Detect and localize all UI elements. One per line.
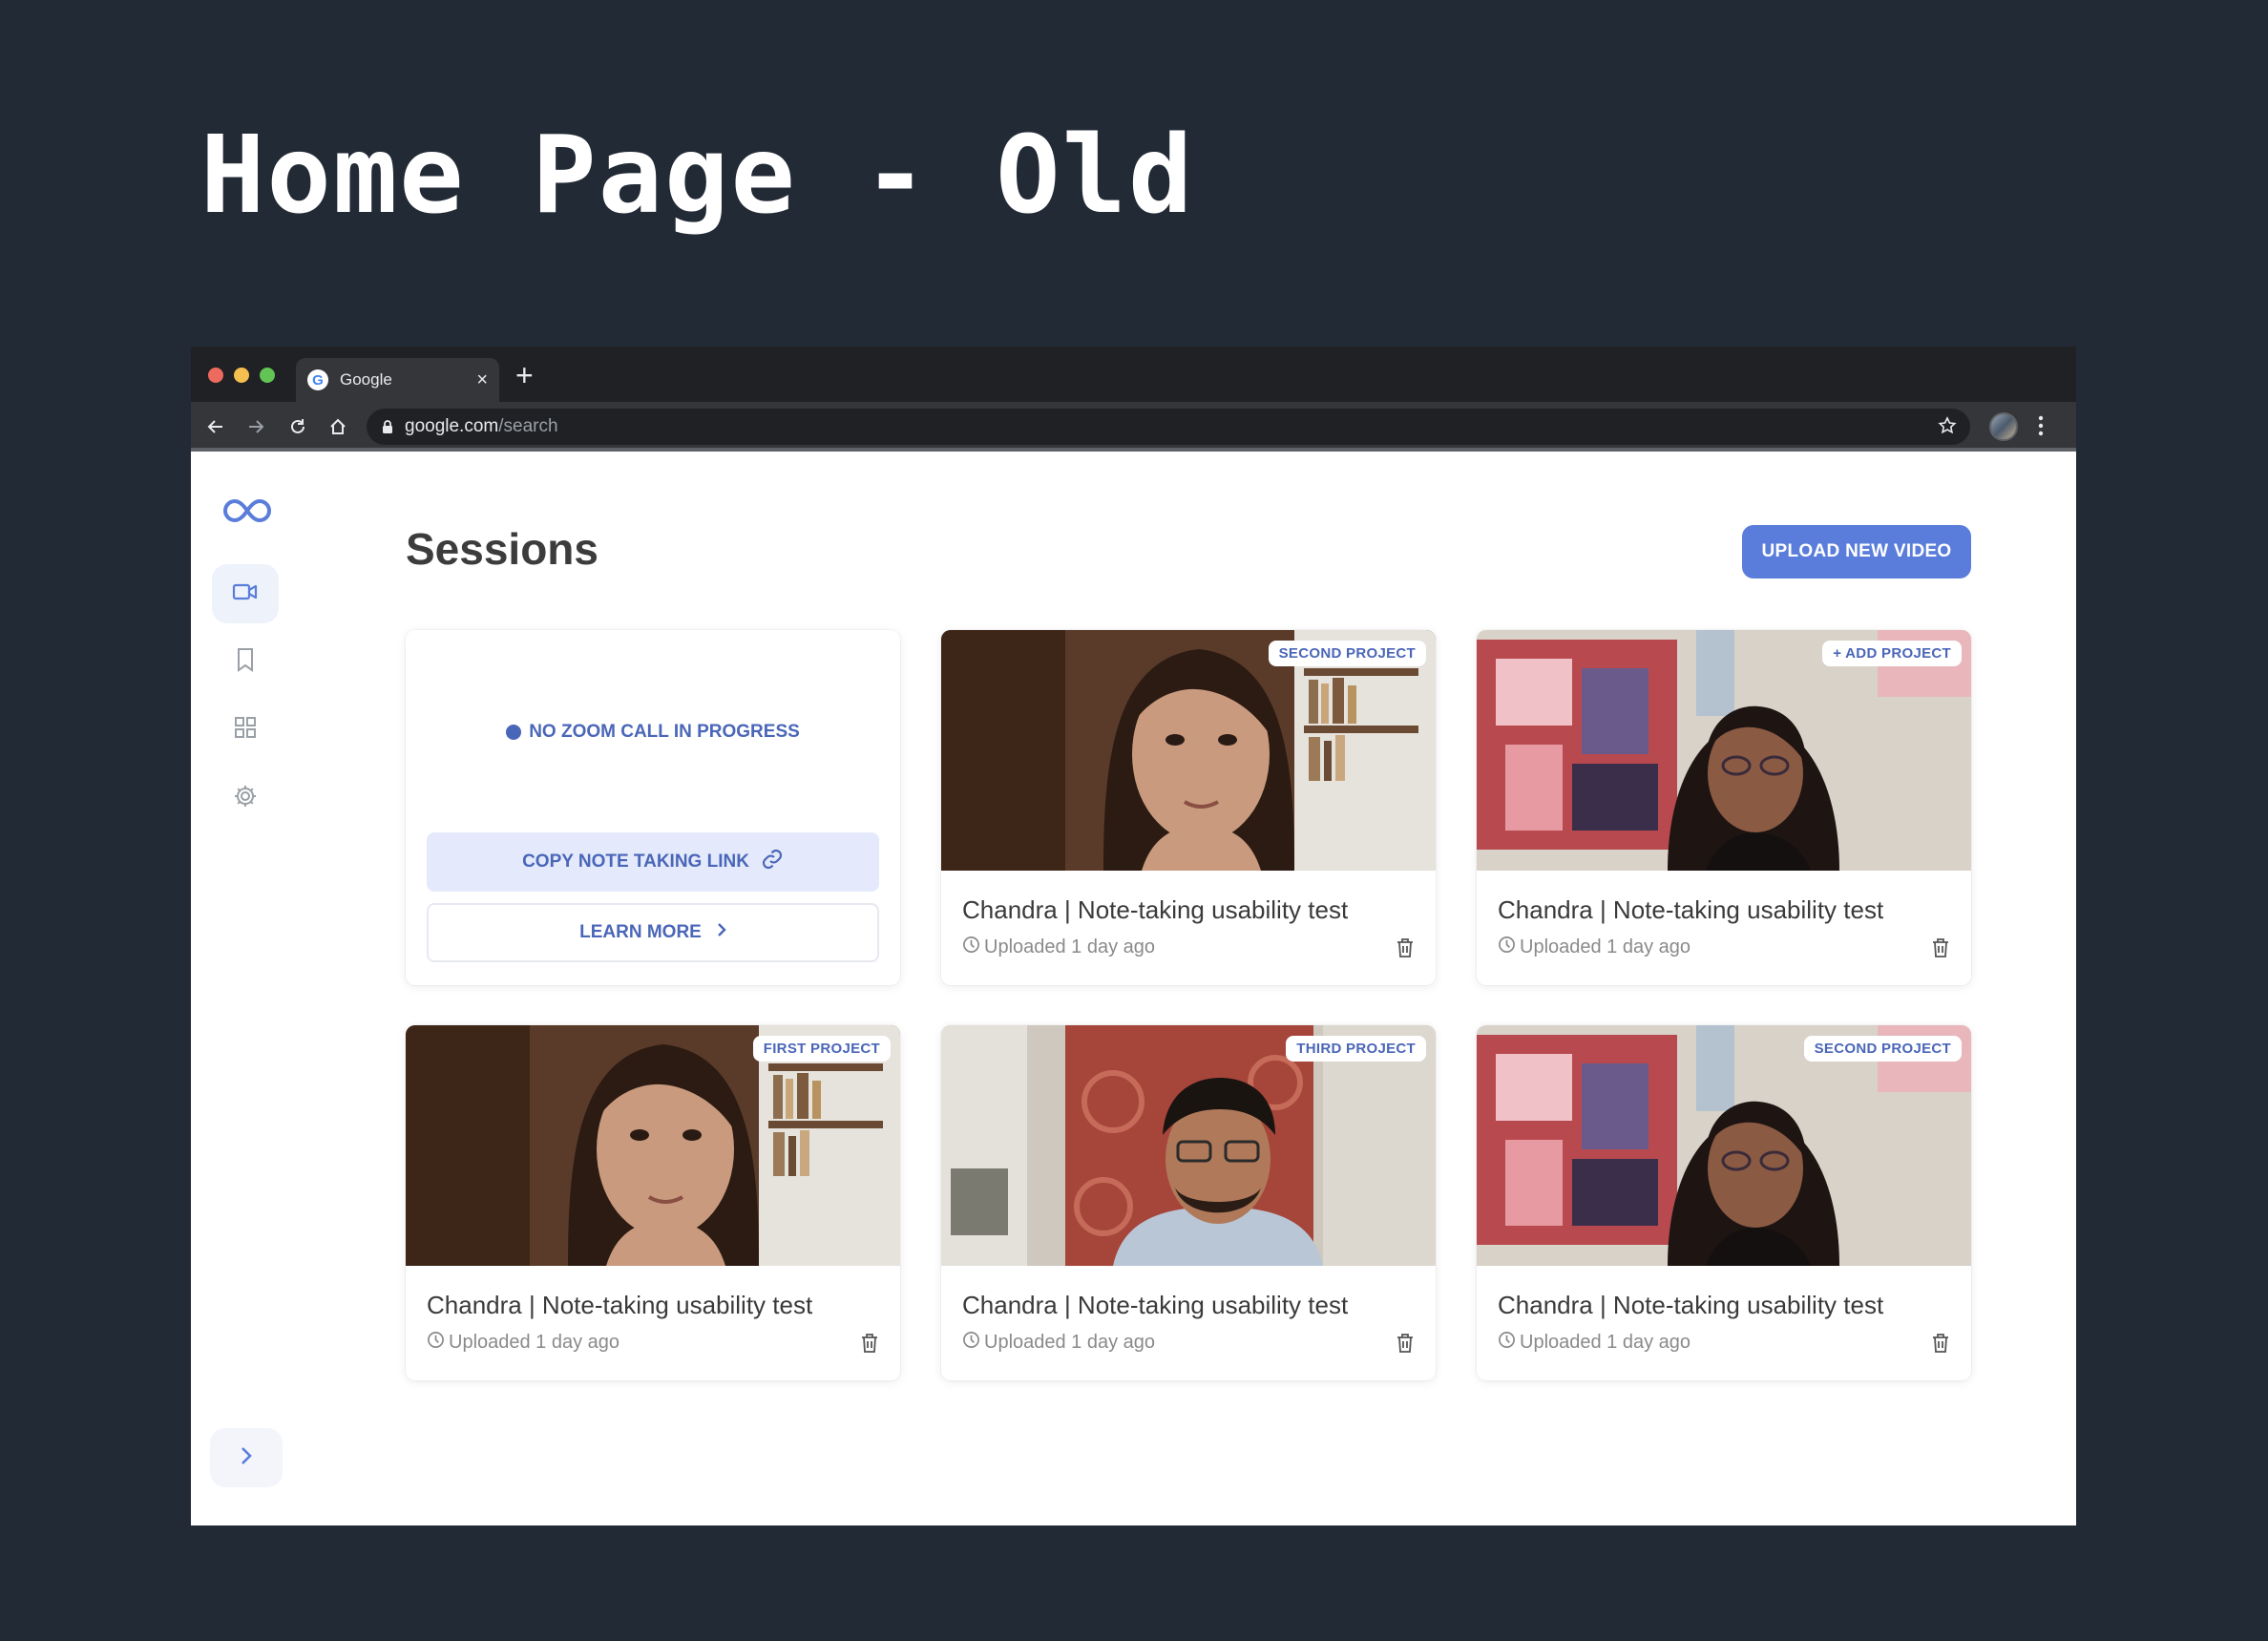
session-card[interactable]: THIRD PROJECT Chandra | Note-taking usab… bbox=[941, 1025, 1436, 1380]
new-tab-button[interactable]: + bbox=[515, 360, 534, 390]
learn-more-button[interactable]: LEARN MORE bbox=[427, 903, 879, 962]
session-title: Chandra | Note-taking usability test bbox=[962, 895, 1349, 924]
clock-icon bbox=[1498, 936, 1516, 959]
clock-icon bbox=[962, 936, 980, 959]
session-card[interactable]: + ADD PROJECT Chandra | Note-taking usab… bbox=[1477, 630, 1971, 985]
zoom-status-card: NO ZOOM CALL IN PROGRESS COPY NOTE TAKIN… bbox=[406, 630, 900, 985]
browser-window: G Google × + google.com/search Sessions … bbox=[191, 347, 2076, 1525]
maximize-window-button[interactable] bbox=[260, 368, 275, 383]
address-bar[interactable]: google.com/search bbox=[367, 409, 1970, 445]
clock-icon bbox=[427, 1331, 445, 1355]
close-tab-icon[interactable]: × bbox=[476, 370, 488, 389]
session-title: Chandra | Note-taking usability test bbox=[427, 1291, 813, 1319]
link-icon bbox=[761, 848, 784, 876]
session-thumbnail[interactable]: SECOND PROJECT bbox=[1477, 1025, 1971, 1266]
grid-icon bbox=[234, 716, 257, 744]
reload-icon[interactable] bbox=[283, 411, 313, 442]
session-card[interactable]: FIRST PROJECT Chandra | Note-taking usab… bbox=[406, 1025, 900, 1380]
url-host: google.com bbox=[405, 416, 499, 436]
session-meta: Uploaded 1 day ago bbox=[1498, 936, 1690, 959]
trash-icon[interactable] bbox=[1931, 937, 1950, 963]
project-badge[interactable]: THIRD PROJECT bbox=[1286, 1036, 1426, 1062]
session-meta: Uploaded 1 day ago bbox=[962, 936, 1155, 959]
session-title: Chandra | Note-taking usability test bbox=[1498, 895, 1884, 924]
project-badge[interactable]: FIRST PROJECT bbox=[752, 1036, 891, 1062]
browser-tab-bar: G Google × + bbox=[191, 347, 2076, 402]
session-thumbnail[interactable]: THIRD PROJECT bbox=[941, 1025, 1436, 1266]
clock-icon bbox=[1498, 1331, 1516, 1355]
session-meta: Uploaded 1 day ago bbox=[427, 1331, 620, 1355]
sidebar-item-videos[interactable] bbox=[212, 564, 279, 623]
add-project-badge[interactable]: + ADD PROJECT bbox=[1822, 641, 1962, 666]
upload-time: Uploaded 1 day ago bbox=[984, 1332, 1156, 1353]
session-thumbnail[interactable]: SECOND PROJECT bbox=[941, 630, 1436, 871]
trash-icon[interactable] bbox=[1396, 937, 1415, 963]
app-viewport: Sessions UPLOAD NEW VIDEO NO ZOOM CALL I… bbox=[191, 452, 2076, 1525]
copy-note-taking-link-button[interactable]: COPY NOTE TAKING LINK bbox=[427, 832, 879, 892]
copy-link-label: COPY NOTE TAKING LINK bbox=[522, 852, 749, 872]
session-thumbnail[interactable]: + ADD PROJECT bbox=[1477, 630, 1971, 871]
google-favicon-icon: G bbox=[307, 369, 328, 390]
session-title: Chandra | Note-taking usability test bbox=[1498, 1291, 1884, 1319]
browser-toolbar: google.com/search bbox=[191, 402, 2076, 452]
bookmark-icon bbox=[236, 647, 255, 677]
upload-time: Uploaded 1 day ago bbox=[1520, 1332, 1691, 1353]
clock-icon bbox=[962, 1331, 980, 1355]
session-thumbnail[interactable]: FIRST PROJECT bbox=[406, 1025, 900, 1266]
slide-title: Home Page - Old bbox=[200, 114, 1195, 238]
trash-icon[interactable] bbox=[1931, 1333, 1950, 1358]
star-icon[interactable] bbox=[1938, 416, 1957, 440]
project-badge[interactable]: SECOND PROJECT bbox=[1268, 641, 1426, 666]
chevron-right-icon bbox=[717, 922, 726, 943]
session-card[interactable]: SECOND PROJECT Chandra | Note-taking usa… bbox=[1477, 1025, 1971, 1380]
sidebar-item-settings[interactable] bbox=[212, 768, 279, 828]
sidebar-item-bookmarks[interactable] bbox=[212, 632, 279, 691]
url-path: /search bbox=[498, 416, 558, 436]
expand-sidebar-button[interactable] bbox=[210, 1428, 283, 1487]
more-menu-icon[interactable] bbox=[2038, 415, 2044, 441]
zoom-status: NO ZOOM CALL IN PROGRESS bbox=[406, 722, 900, 743]
session-meta: Uploaded 1 day ago bbox=[962, 1331, 1155, 1355]
session-title: Chandra | Note-taking usability test bbox=[962, 1291, 1349, 1319]
upload-time: Uploaded 1 day ago bbox=[1520, 936, 1691, 957]
trash-icon[interactable] bbox=[1396, 1333, 1415, 1358]
gear-icon bbox=[233, 784, 258, 813]
lock-icon bbox=[382, 419, 393, 434]
upload-time: Uploaded 1 day ago bbox=[984, 936, 1156, 957]
home-icon[interactable] bbox=[323, 411, 353, 442]
trash-icon[interactable] bbox=[860, 1333, 879, 1358]
close-window-button[interactable] bbox=[208, 368, 223, 383]
infinity-logo-icon[interactable] bbox=[221, 497, 273, 529]
sidebar-item-projects[interactable] bbox=[212, 700, 279, 759]
chevron-right-icon bbox=[240, 1446, 253, 1470]
upload-new-video-button[interactable]: UPLOAD NEW VIDEO bbox=[1742, 525, 1971, 579]
back-arrow-icon[interactable] bbox=[200, 411, 231, 442]
learn-more-label: LEARN MORE bbox=[579, 922, 702, 942]
minimize-window-button[interactable] bbox=[234, 368, 249, 383]
upload-time: Uploaded 1 day ago bbox=[449, 1332, 620, 1353]
browser-tab[interactable]: G Google × bbox=[296, 358, 499, 402]
forward-arrow-icon[interactable] bbox=[241, 411, 271, 442]
video-icon bbox=[232, 581, 259, 607]
tab-title: Google bbox=[340, 370, 392, 389]
status-dot-icon bbox=[506, 725, 522, 740]
project-badge[interactable]: SECOND PROJECT bbox=[1803, 1036, 1962, 1062]
session-meta: Uploaded 1 day ago bbox=[1498, 1331, 1690, 1355]
profile-avatar[interactable] bbox=[1989, 412, 2018, 441]
page-title: Sessions bbox=[406, 524, 598, 574]
zoom-status-text: NO ZOOM CALL IN PROGRESS bbox=[529, 722, 800, 742]
session-card[interactable]: SECOND PROJECT Chandra | Note-taking usa… bbox=[941, 630, 1436, 985]
